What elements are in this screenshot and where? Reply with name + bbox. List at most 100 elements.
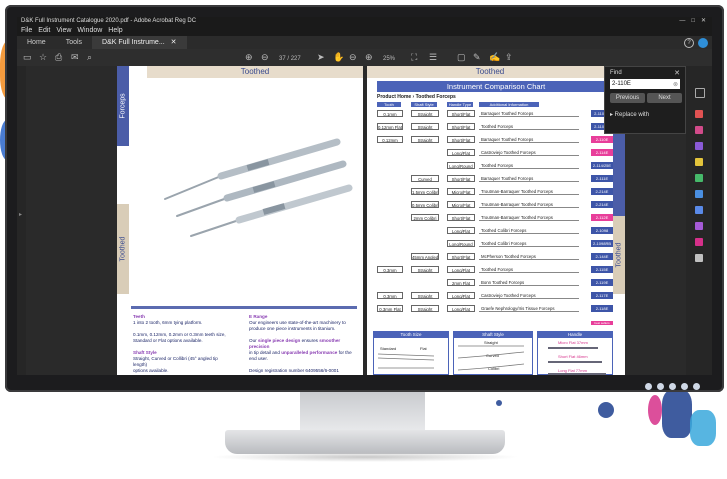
- row-tooth-cell: 0.3mm Flat: [377, 305, 403, 312]
- tool-create-pdf-icon[interactable]: [695, 126, 703, 134]
- sign-icon[interactable]: ✍: [489, 52, 500, 63]
- tool-export-pdf-icon[interactable]: [695, 110, 703, 118]
- product-description: Teeth 1 into 2 tooth, 6mm tying platform…: [131, 298, 357, 375]
- prev-page-icon[interactable]: ⊕: [245, 52, 253, 63]
- search-icon[interactable]: ⌕: [87, 52, 92, 63]
- monitor-bezel: D&K Full Instrument Catalogue 2020.pdf -…: [5, 5, 724, 392]
- zoom-level[interactable]: 25%: [383, 54, 395, 65]
- tool-redact-icon[interactable]: [695, 222, 703, 230]
- document-area[interactable]: ▸ Toothed Forceps Toothed Teeth 1 into 2…: [17, 66, 712, 375]
- page-number-input[interactable]: 37 / 227: [279, 54, 301, 65]
- row-product-code: 2-114E: [591, 149, 613, 156]
- row-shaft-cell: Straight: [411, 110, 439, 117]
- row-handle-cell: Long/Round: [447, 162, 475, 169]
- row-tooth-cell: 0.1mm: [377, 110, 403, 117]
- row-product-code: 2-110E: [591, 136, 613, 143]
- email-icon[interactable]: ✉: [71, 52, 79, 63]
- tool-combine-icon[interactable]: [695, 174, 703, 182]
- tab-close-icon[interactable]: ✕: [171, 39, 177, 46]
- menu-edit[interactable]: Edit: [38, 26, 50, 36]
- row-product-code: 2-111E: [591, 175, 613, 182]
- row-product-code: 2-1098RB: [591, 240, 613, 247]
- find-next-button[interactable]: Next: [647, 93, 682, 103]
- best-sellers-legend: best sellers: [591, 321, 613, 325]
- row-handle-cell: Long/Flat: [447, 292, 475, 299]
- zoom-out-icon[interactable]: ⊖: [349, 52, 357, 63]
- print-icon[interactable]: ⎙: [55, 52, 62, 63]
- row-product-code: 2-119E: [591, 279, 613, 286]
- row-description-cell: Troutman-Barraquer Toothed Forceps: [479, 201, 579, 208]
- find-close-icon[interactable]: ✕: [674, 69, 680, 77]
- tool-compress-icon[interactable]: [695, 206, 703, 214]
- paint-splash-navy-drop: [598, 402, 614, 418]
- comment-icon[interactable]: ▢: [457, 52, 466, 63]
- row-description-cell: Castroviejo Toothed Forceps: [479, 149, 579, 156]
- menu-file[interactable]: File: [21, 26, 32, 36]
- window-titlebar: D&K Full Instrument Catalogue 2020.pdf -…: [17, 17, 712, 26]
- select-cursor-icon[interactable]: ➤: [317, 52, 325, 63]
- find-input[interactable]: 2-110E ⊗: [610, 79, 680, 89]
- menu-window[interactable]: Window: [77, 26, 102, 36]
- tool-comment-icon[interactable]: [695, 158, 703, 166]
- row-shaft-cell: Straight: [411, 136, 439, 143]
- expand-left-panel-icon[interactable]: ▸: [19, 211, 22, 218]
- share-icon[interactable]: ⇪: [505, 52, 513, 63]
- tool-organize-icon[interactable]: [695, 190, 703, 198]
- clear-search-icon[interactable]: ⊗: [673, 80, 678, 90]
- close-window-button[interactable]: ✕: [701, 17, 706, 26]
- row-handle-cell: Short/Flat: [447, 214, 475, 221]
- description-divider: [131, 306, 357, 309]
- row-handle-cell: Short/Flat: [447, 175, 475, 182]
- grip-1: [246, 159, 270, 171]
- tool-search-icon[interactable]: [695, 88, 705, 98]
- account-avatar[interactable]: [698, 38, 708, 48]
- row-description-cell: Troutman-Barraquer Toothed Forceps: [479, 214, 579, 221]
- row-tooth-cell: 0.3mm: [377, 266, 403, 273]
- row-handle-cell: Short/Flat: [447, 136, 475, 143]
- minimize-button[interactable]: —: [679, 17, 685, 26]
- zoom-in-icon[interactable]: ⊕: [365, 52, 373, 63]
- tab-home[interactable]: Home: [17, 36, 56, 49]
- menu-bar: File Edit View Window Help: [17, 26, 712, 36]
- row-description-cell: Toothed Colibri Forceps: [479, 227, 579, 234]
- tooth-size-illustration: [377, 353, 435, 369]
- find-panel: Find ✕ 2-110E ⊗ Previous Next ▸ Replace …: [604, 66, 686, 134]
- hand-tool-icon[interactable]: ✋: [333, 52, 344, 63]
- shaft-style-table: Shaft Style Straight Curved Colibri: [453, 331, 533, 375]
- bookmark-star-icon[interactable]: ☆: [39, 52, 47, 63]
- row-handle-cell: Short/Flat: [447, 253, 475, 260]
- next-page-icon[interactable]: ⊖: [261, 52, 269, 63]
- handle-illustration: [548, 347, 606, 375]
- paint-splash-pink: [648, 395, 662, 425]
- save-icon[interactable]: ▭: [23, 52, 32, 63]
- left-panel-collapsed[interactable]: ▸: [17, 66, 26, 375]
- row-description-cell: Barraquer Toothed Forceps: [479, 175, 579, 182]
- tab-document-label: D&K Full Instrume...: [102, 39, 165, 46]
- menu-help[interactable]: Help: [108, 26, 122, 36]
- monitor-stand-base: [225, 430, 505, 454]
- tab-tools[interactable]: Tools: [56, 36, 92, 49]
- find-previous-button[interactable]: Previous: [610, 93, 645, 103]
- maximize-button[interactable]: □: [691, 17, 695, 26]
- row-shaft-cell: 0.5mm Colibri: [411, 201, 439, 208]
- tab-document[interactable]: D&K Full Instrume... ✕: [92, 36, 187, 49]
- tool-more-icon[interactable]: [695, 254, 703, 262]
- fit-page-icon[interactable]: ⛶: [411, 52, 417, 63]
- row-product-code: 2-214E: [591, 188, 613, 195]
- tool-protect-icon[interactable]: [695, 238, 703, 246]
- row-product-code: 2-112E: [591, 214, 613, 221]
- paint-splash-cyan: [690, 410, 716, 446]
- comparison-chart-title: Instrument Comparison Chart: [377, 81, 615, 92]
- row-handle-cell: Long/Round: [447, 240, 475, 247]
- find-label: Find: [610, 70, 622, 76]
- row-description-cell: Toothed Forceps: [479, 266, 579, 273]
- replace-with-toggle[interactable]: ▸ Replace with: [610, 111, 649, 118]
- help-icon[interactable]: ?: [684, 38, 694, 48]
- scroll-mode-icon[interactable]: ☰: [429, 52, 437, 63]
- row-shaft-cell: Straight: [411, 123, 439, 130]
- highlight-pen-icon[interactable]: ✎: [473, 52, 481, 63]
- tool-edit-pdf-icon[interactable]: [695, 142, 703, 150]
- row-handle-cell: Micro/Flat: [447, 201, 475, 208]
- tab-bar: Home Tools D&K Full Instrume... ✕ ?: [17, 36, 712, 49]
- menu-view[interactable]: View: [56, 26, 71, 36]
